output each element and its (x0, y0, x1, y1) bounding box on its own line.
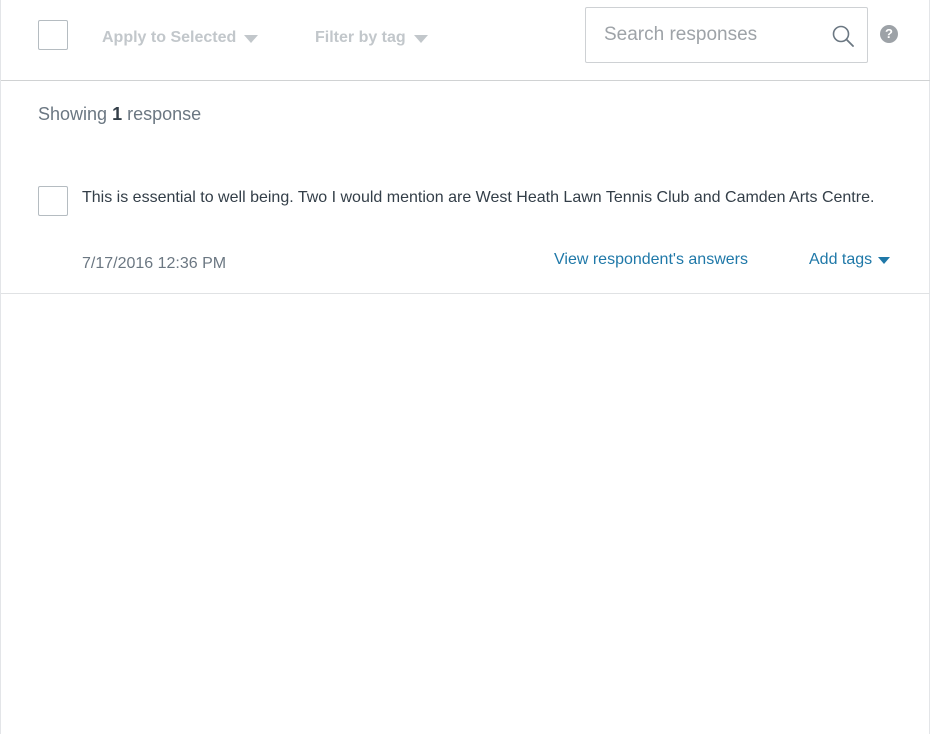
add-tags-dropdown[interactable]: Add tags (809, 251, 891, 269)
view-respondent-answers-label: View respondent's answers (554, 251, 748, 268)
response-item: This is essential to well being. Two I w… (1, 170, 930, 294)
view-respondent-answers-link[interactable]: View respondent's answers (554, 251, 748, 269)
caret-down-icon (244, 34, 259, 43)
apply-to-selected-dropdown[interactable]: Apply to Selected (102, 29, 259, 47)
apply-to-selected-label: Apply to Selected (102, 29, 237, 46)
response-checkbox[interactable] (38, 186, 68, 216)
summary-suffix: response (127, 104, 202, 124)
search-icon[interactable] (832, 25, 854, 47)
search-box (585, 7, 868, 63)
response-count: 1 (112, 104, 123, 124)
summary-prefix: Showing (38, 104, 108, 124)
toolbar: Apply to Selected Filter by tag ? (1, 0, 930, 81)
filter-by-tag-dropdown[interactable]: Filter by tag (315, 29, 428, 47)
response-date: 7/17/2016 12:36 PM (82, 255, 227, 272)
add-tags-label: Add tags (809, 251, 873, 268)
caret-down-icon (413, 34, 428, 43)
caret-down-icon (878, 256, 891, 264)
response-text: This is essential to well being. Two I w… (82, 189, 875, 206)
responses-panel: Apply to Selected Filter by tag ? Showin… (0, 0, 930, 734)
search-input[interactable] (586, 8, 816, 62)
help-icon[interactable]: ? (880, 25, 898, 43)
select-all-checkbox[interactable] (38, 20, 68, 50)
results-summary: Showing 1 response (38, 104, 201, 125)
filter-by-tag-label: Filter by tag (315, 29, 406, 46)
